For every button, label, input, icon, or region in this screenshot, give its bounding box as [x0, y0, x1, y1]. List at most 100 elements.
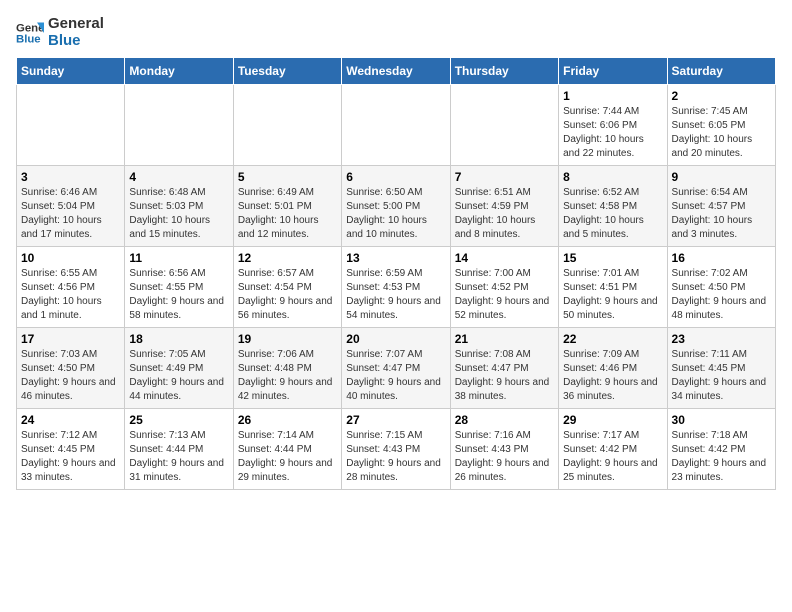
- day-number: 7: [455, 170, 554, 184]
- calendar-table: SundayMondayTuesdayWednesdayThursdayFrid…: [16, 57, 776, 490]
- calendar-cell: 24 Sunrise: 7:12 AM Sunset: 4:45 PM Dayli…: [17, 409, 125, 490]
- day-info: Sunrise: 7:44 AM Sunset: 6:06 PM Dayligh…: [563, 105, 662, 161]
- day-number: 17: [21, 332, 120, 346]
- day-number: 28: [455, 413, 554, 427]
- calendar-cell: 9 Sunrise: 6:54 AM Sunset: 4:57 PM Daylig…: [667, 166, 775, 247]
- calendar-header-row: SundayMondayTuesdayWednesdayThursdayFrid…: [17, 58, 776, 85]
- day-info: Sunrise: 7:15 AM Sunset: 4:43 PM Dayligh…: [346, 429, 445, 485]
- day-info: Sunrise: 7:06 AM Sunset: 4:48 PM Dayligh…: [238, 348, 337, 404]
- day-info: Sunrise: 6:51 AM Sunset: 4:59 PM Dayligh…: [455, 186, 554, 242]
- day-info: Sunrise: 7:11 AM Sunset: 4:45 PM Dayligh…: [672, 348, 771, 404]
- calendar-cell: 17Sunrise: 7:03 AM Sunset: 4:50 PM Dayli…: [17, 328, 125, 409]
- day-number: 29: [563, 413, 662, 427]
- day-info: Sunrise: 7:16 AM Sunset: 4:43 PM Dayligh…: [455, 429, 554, 485]
- day-number: 22: [563, 332, 662, 346]
- day-number: 10: [21, 251, 120, 265]
- day-info: Sunrise: 6:50 AM Sunset: 5:00 PM Dayligh…: [346, 186, 445, 242]
- day-number: 14: [455, 251, 554, 265]
- day-info: Sunrise: 6:46 AM Sunset: 5:04 PM Dayligh…: [21, 186, 120, 242]
- day-info: Sunrise: 7:13 AM Sunset: 4:44 PM Dayligh…: [129, 429, 228, 485]
- calendar-cell: [17, 85, 125, 166]
- calendar-cell: 6 Sunrise: 6:50 AM Sunset: 5:00 PM Daylig…: [342, 166, 450, 247]
- day-number: 15: [563, 251, 662, 265]
- day-info: Sunrise: 7:09 AM Sunset: 4:46 PM Dayligh…: [563, 348, 662, 404]
- calendar-cell: 21Sunrise: 7:08 AM Sunset: 4:47 PM Dayli…: [450, 328, 558, 409]
- day-number: 19: [238, 332, 337, 346]
- calendar-week-row: 10 Sunrise: 6:55 AM Sunset: 4:56 PM Dayli…: [17, 247, 776, 328]
- day-info: Sunrise: 6:56 AM Sunset: 4:55 PM Dayligh…: [129, 267, 228, 323]
- day-info: Sunrise: 7:12 AM Sunset: 4:45 PM Dayligh…: [21, 429, 120, 485]
- day-of-week-header: Thursday: [450, 58, 558, 85]
- calendar-cell: 2 Sunrise: 7:45 AM Sunset: 6:05 PM Daylig…: [667, 85, 775, 166]
- day-number: 24: [21, 413, 120, 427]
- day-info: Sunrise: 7:07 AM Sunset: 4:47 PM Dayligh…: [346, 348, 445, 404]
- calendar-cell: 5Sunrise: 6:49 AM Sunset: 5:01 PM Daylig…: [233, 166, 341, 247]
- day-number: 27: [346, 413, 445, 427]
- day-info: Sunrise: 6:49 AM Sunset: 5:01 PM Dayligh…: [238, 186, 337, 242]
- calendar-cell: [233, 85, 341, 166]
- calendar-cell: 3 Sunrise: 6:46 AM Sunset: 5:04 PM Daylig…: [17, 166, 125, 247]
- day-number: 6: [346, 170, 445, 184]
- day-info: Sunrise: 7:00 AM Sunset: 4:52 PM Dayligh…: [455, 267, 554, 323]
- calendar-cell: 8 Sunrise: 6:52 AM Sunset: 4:58 PM Daylig…: [559, 166, 667, 247]
- logo-blue: Blue: [48, 33, 104, 50]
- calendar-cell: 22 Sunrise: 7:09 AM Sunset: 4:46 PM Dayli…: [559, 328, 667, 409]
- calendar-cell: 7 Sunrise: 6:51 AM Sunset: 4:59 PM Daylig…: [450, 166, 558, 247]
- day-info: Sunrise: 7:45 AM Sunset: 6:05 PM Dayligh…: [672, 105, 771, 161]
- day-info: Sunrise: 7:18 AM Sunset: 4:42 PM Dayligh…: [672, 429, 771, 485]
- day-number: 20: [346, 332, 445, 346]
- day-of-week-header: Friday: [559, 58, 667, 85]
- calendar-cell: [125, 85, 233, 166]
- day-of-week-header: Sunday: [17, 58, 125, 85]
- calendar-week-row: 24 Sunrise: 7:12 AM Sunset: 4:45 PM Dayli…: [17, 409, 776, 490]
- day-of-week-header: Wednesday: [342, 58, 450, 85]
- day-of-week-header: Tuesday: [233, 58, 341, 85]
- calendar-week-row: 1 Sunrise: 7:44 AM Sunset: 6:06 PM Daylig…: [17, 85, 776, 166]
- calendar-cell: 19 Sunrise: 7:06 AM Sunset: 4:48 PM Dayli…: [233, 328, 341, 409]
- day-number: 8: [563, 170, 662, 184]
- day-number: 18: [129, 332, 228, 346]
- calendar-week-row: 17Sunrise: 7:03 AM Sunset: 4:50 PM Dayli…: [17, 328, 776, 409]
- calendar-cell: 25 Sunrise: 7:13 AM Sunset: 4:44 PM Dayli…: [125, 409, 233, 490]
- day-info: Sunrise: 6:52 AM Sunset: 4:58 PM Dayligh…: [563, 186, 662, 242]
- day-number: 12: [238, 251, 337, 265]
- calendar-cell: 27 Sunrise: 7:15 AM Sunset: 4:43 PM Dayli…: [342, 409, 450, 490]
- calendar-cell: 14 Sunrise: 7:00 AM Sunset: 4:52 PM Dayli…: [450, 247, 558, 328]
- day-info: Sunrise: 6:57 AM Sunset: 4:54 PM Dayligh…: [238, 267, 337, 323]
- day-info: Sunrise: 6:54 AM Sunset: 4:57 PM Dayligh…: [672, 186, 771, 242]
- day-of-week-header: Monday: [125, 58, 233, 85]
- day-info: Sunrise: 6:59 AM Sunset: 4:53 PM Dayligh…: [346, 267, 445, 323]
- logo: General Blue General Blue: [16, 16, 104, 49]
- day-of-week-header: Saturday: [667, 58, 775, 85]
- calendar-cell: 4Sunrise: 6:48 AM Sunset: 5:03 PM Daylig…: [125, 166, 233, 247]
- day-info: Sunrise: 7:08 AM Sunset: 4:47 PM Dayligh…: [455, 348, 554, 404]
- day-number: 2: [672, 89, 771, 103]
- calendar-cell: 15 Sunrise: 7:01 AM Sunset: 4:51 PM Dayli…: [559, 247, 667, 328]
- day-number: 3: [21, 170, 120, 184]
- day-number: 1: [563, 89, 662, 103]
- day-info: Sunrise: 7:14 AM Sunset: 4:44 PM Dayligh…: [238, 429, 337, 485]
- day-info: Sunrise: 6:55 AM Sunset: 4:56 PM Dayligh…: [21, 267, 120, 323]
- calendar-cell: 29 Sunrise: 7:17 AM Sunset: 4:42 PM Dayli…: [559, 409, 667, 490]
- calendar-cell: 12 Sunrise: 6:57 AM Sunset: 4:54 PM Dayli…: [233, 247, 341, 328]
- day-info: Sunrise: 7:01 AM Sunset: 4:51 PM Dayligh…: [563, 267, 662, 323]
- calendar-cell: 1 Sunrise: 7:44 AM Sunset: 6:06 PM Daylig…: [559, 85, 667, 166]
- page-header: General Blue General Blue: [16, 16, 776, 49]
- day-number: 25: [129, 413, 228, 427]
- calendar-cell: 10 Sunrise: 6:55 AM Sunset: 4:56 PM Dayli…: [17, 247, 125, 328]
- calendar-cell: [342, 85, 450, 166]
- day-info: Sunrise: 7:05 AM Sunset: 4:49 PM Dayligh…: [129, 348, 228, 404]
- calendar-cell: 20 Sunrise: 7:07 AM Sunset: 4:47 PM Dayli…: [342, 328, 450, 409]
- calendar-cell: 16Sunrise: 7:02 AM Sunset: 4:50 PM Dayli…: [667, 247, 775, 328]
- day-info: Sunrise: 7:17 AM Sunset: 4:42 PM Dayligh…: [563, 429, 662, 485]
- day-number: 9: [672, 170, 771, 184]
- day-number: 13: [346, 251, 445, 265]
- day-number: 26: [238, 413, 337, 427]
- day-number: 16: [672, 251, 771, 265]
- calendar-cell: 13 Sunrise: 6:59 AM Sunset: 4:53 PM Dayli…: [342, 247, 450, 328]
- day-number: 11: [129, 251, 228, 265]
- calendar-cell: 26 Sunrise: 7:14 AM Sunset: 4:44 PM Dayli…: [233, 409, 341, 490]
- day-number: 23: [672, 332, 771, 346]
- day-info: Sunrise: 6:48 AM Sunset: 5:03 PM Dayligh…: [129, 186, 228, 242]
- day-number: 30: [672, 413, 771, 427]
